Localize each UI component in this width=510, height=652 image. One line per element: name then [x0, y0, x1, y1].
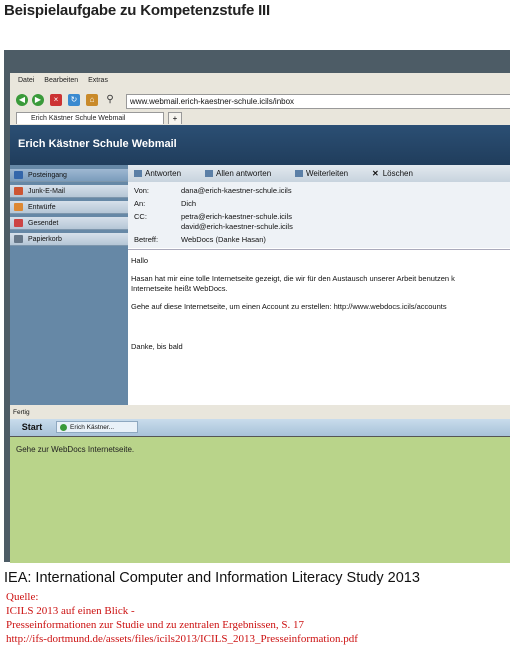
folder-posteingang[interactable]: Posteingang: [10, 169, 128, 182]
folder-sidebar: Posteingang Junk-E-Mail Entwürfe Gesende…: [10, 165, 128, 405]
new-tab-button[interactable]: +: [168, 112, 182, 124]
taskbar: Start Erich Kästner...: [10, 419, 510, 436]
browser-tab[interactable]: Erich Kästner Schule Webmail: [16, 112, 164, 124]
body-line-3: Gehe auf diese Internetseite, um einen A…: [131, 302, 447, 311]
folder-gesendet[interactable]: Gesendet: [10, 217, 128, 230]
cc-label: CC:: [134, 212, 147, 221]
folder-label: Posteingang: [28, 172, 67, 179]
source-label: Quelle:: [6, 591, 39, 603]
delete-button[interactable]: ✕ Löschen: [372, 165, 413, 182]
reply-all-button[interactable]: Allen antworten: [205, 165, 271, 182]
folder-label: Entwürfe: [28, 204, 56, 211]
taskbar-item-label: Erich Kästner...: [70, 424, 115, 431]
reply-all-icon: [205, 170, 213, 177]
subject-label: Betreff:: [134, 235, 159, 244]
folder-junk-email[interactable]: Junk-E-Mail: [10, 185, 128, 198]
taskbar-item-webmail[interactable]: Erich Kästner...: [56, 421, 138, 433]
menu-bar: Datei Bearbeiten Extras: [10, 73, 510, 89]
folder-papierkorb[interactable]: Papierkorb: [10, 233, 128, 246]
source-line-2: Presseinformationen zur Studie und zu ze…: [6, 619, 304, 631]
forward-mail-icon: [295, 170, 303, 177]
trash-icon: [14, 235, 23, 243]
task-instruction-panel: Gehe zur WebDocs Internetseite.: [10, 436, 510, 563]
message-body: Hallo Hasan hat mir eine tolle Internets…: [128, 249, 510, 406]
reply-icon: [134, 170, 142, 177]
to-label: An:: [134, 199, 146, 208]
source-url[interactable]: http://ifs-dortmund.de/assets/files/icil…: [6, 632, 358, 646]
body-line-1: Hasan hat mir eine tolle Internetseite g…: [131, 274, 455, 283]
page-heading: Beispielaufgabe zu Kompetenzstufe III: [4, 2, 270, 19]
webmail-header: Erich Kästner Schule Webmail: [10, 125, 510, 165]
navigation-bar: ◀ ▶ × ↻ ⌂ ⚲ www.webmail.erich-kaestner-s…: [10, 91, 510, 111]
to-value: Dich: [181, 199, 197, 208]
browser-window: Datei Bearbeiten Extras ◀ ▶ × ↻ ⌂ ⚲ www.…: [10, 73, 510, 563]
sent-icon: [14, 219, 23, 227]
stop-icon[interactable]: ×: [50, 94, 62, 106]
study-caption: IEA: International Computer and Informat…: [4, 570, 420, 586]
from-label: Von:: [134, 186, 150, 195]
body-closing: Danke, bis bald: [131, 342, 183, 351]
body-greeting: Hallo: [131, 256, 149, 265]
from-value: dana@erich-kaestner-schule.icils: [181, 186, 292, 195]
address-bar[interactable]: www.webmail.erich-kaestner-schule.icils/…: [126, 94, 510, 109]
source-line-1: ICILS 2013 auf einen Blick -: [6, 605, 135, 617]
menu-extras[interactable]: Extras: [88, 73, 108, 89]
reply-all-label: Allen antworten: [216, 169, 272, 178]
menu-bearbeiten[interactable]: Bearbeiten: [44, 73, 78, 89]
folder-label: Papierkorb: [28, 236, 62, 243]
start-button[interactable]: Start: [12, 420, 52, 435]
delete-icon: ✕: [372, 169, 379, 178]
menu-datei[interactable]: Datei: [18, 73, 34, 89]
inbox-icon: [14, 171, 23, 179]
status-bar: Fertig: [13, 409, 30, 416]
folder-entwuerfe[interactable]: Entwürfe: [10, 201, 128, 214]
forward-label: Weiterleiten: [306, 169, 349, 178]
webmail-title: Erich Kästner Schule Webmail: [18, 138, 177, 150]
folder-label: Gesendet: [28, 220, 59, 227]
tab-bar: Erich Kästner Schule Webmail +: [10, 111, 510, 125]
back-icon[interactable]: ◀: [16, 94, 28, 106]
message-headers: Von: dana@erich-kaestner-schule.icils An…: [128, 182, 510, 248]
reply-label: Antworten: [145, 169, 182, 178]
junk-mail-icon: [14, 187, 23, 195]
cc-value-2: david@erich-kaestner-schule.icils: [181, 222, 293, 231]
cc-value-1: petra@erich-kaestner-schule.icils: [181, 212, 292, 221]
forward-button[interactable]: Weiterleiten: [295, 165, 348, 182]
source-citation: Quelle: ICILS 2013 auf einen Blick - Pre…: [6, 590, 358, 646]
message-pane: Antworten Allen antworten Weiterleiten ✕…: [128, 165, 510, 405]
message-toolbar: Antworten Allen antworten Weiterleiten ✕…: [128, 165, 510, 182]
search-icon[interactable]: ⚲: [104, 94, 116, 106]
reload-icon[interactable]: ↻: [68, 94, 80, 106]
subject-value: WebDocs (Danke Hasan): [181, 235, 266, 244]
drafts-icon: [14, 203, 23, 211]
reply-button[interactable]: Antworten: [134, 165, 181, 182]
home-icon[interactable]: ⌂: [86, 94, 98, 106]
folder-label: Junk-E-Mail: [28, 188, 65, 195]
delete-label: Löschen: [382, 169, 413, 178]
forward-icon[interactable]: ▶: [32, 94, 44, 106]
browser-icon: [60, 424, 67, 431]
task-instruction: Gehe zur WebDocs Internetseite.: [16, 445, 135, 454]
body-line-2: Internetseite heißt WebDocs.: [131, 284, 228, 293]
